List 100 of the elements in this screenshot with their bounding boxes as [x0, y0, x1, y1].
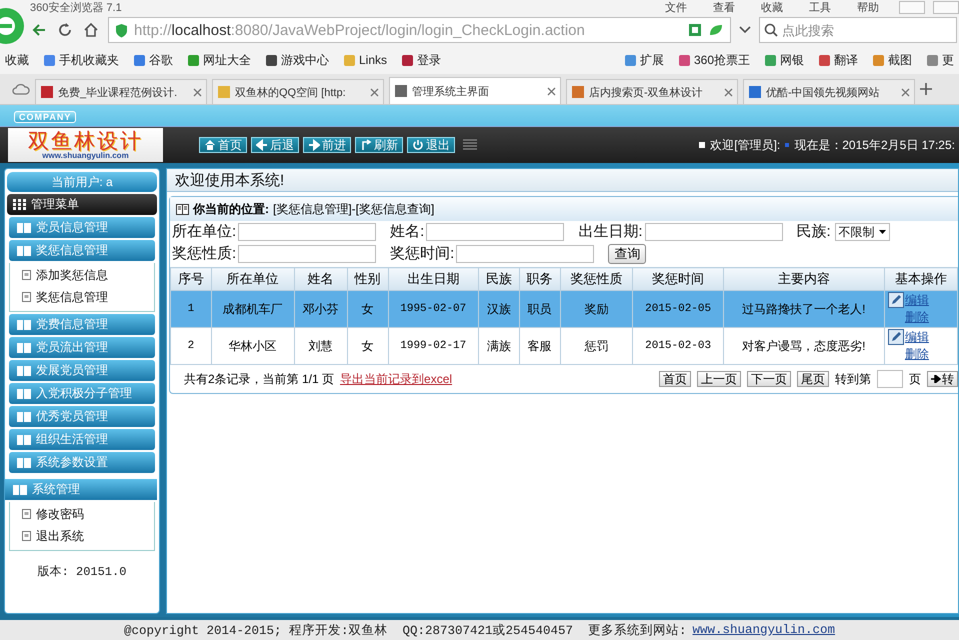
- input-field[interactable]: [238, 245, 376, 264]
- bookmark-item[interactable]: 手机收藏夹: [38, 52, 124, 68]
- bookmark-icon: [133, 54, 146, 66]
- edit-icon[interactable]: [888, 292, 904, 308]
- close-icon[interactable]: [901, 88, 910, 96]
- website-link[interactable]: www.shuangyulin.com: [692, 623, 836, 637]
- toolbar-item[interactable]: 扩展: [618, 52, 669, 68]
- table-cell: 汉族: [478, 290, 520, 328]
- book-icon: [17, 320, 31, 330]
- table-cell: 2: [170, 328, 212, 364]
- toolbar-item[interactable]: 360抢票王: [672, 52, 755, 68]
- pager-button[interactable]: 上一页: [697, 371, 741, 387]
- record-summary: 共有2条记录，当前第 1/1 页: [184, 370, 334, 388]
- menu-icon[interactable]: [463, 139, 477, 151]
- menu-item[interactable]: 退出系统: [10, 526, 154, 546]
- menu-item[interactable]: 收藏: [761, 0, 783, 14]
- column-header: 奖惩时间: [632, 268, 724, 290]
- table-row[interactable]: 1 成都机车厂 邓小芬 女 1995-02-07 汉族 职员 奖励 2015-02-05 过马路搀扶了一个老人! 编辑 删除: [170, 290, 958, 328]
- close-icon[interactable]: [193, 88, 202, 96]
- query-button[interactable]: 查询: [608, 244, 646, 264]
- arrow-left-icon: [256, 139, 268, 151]
- toolbar-icon: [872, 54, 885, 66]
- close-icon[interactable]: [370, 88, 379, 96]
- home-icon[interactable]: [82, 21, 100, 39]
- version-text: 版本: 20151.0: [36, 564, 128, 580]
- leaf-icon[interactable]: [708, 23, 724, 37]
- browser-tab[interactable]: 优酷-中国领先视频网站: [743, 79, 915, 104]
- book-icon: [17, 246, 31, 256]
- browser-tab[interactable]: 免费_毕业课程范例设计.: [35, 79, 207, 104]
- close-icon[interactable]: [547, 86, 556, 96]
- toolbar-icon: [764, 54, 777, 66]
- browser-tab[interactable]: 店内搜索页-双鱼林设计: [566, 79, 738, 104]
- caret-icon[interactable]: [739, 26, 751, 34]
- menu-item[interactable]: 奖惩信息管理: [10, 287, 154, 307]
- refresh-icon: [360, 139, 372, 151]
- toolbar-item[interactable]: 更: [921, 52, 959, 68]
- menu-item[interactable]: 查看: [713, 0, 735, 14]
- cloud-icon[interactable]: [12, 82, 30, 96]
- location-path: [奖惩信息管理]-[奖惩信息查询]: [273, 200, 434, 218]
- page-input[interactable]: [877, 370, 903, 388]
- bookmark-item[interactable]: 游戏中心: [260, 52, 334, 68]
- bookmark-item[interactable]: 网址大全: [182, 52, 256, 68]
- url-text: http://localhost:8080/JavaWebProject/login/login_CheckLogin.action: [134, 22, 585, 38]
- close-icon[interactable]: [724, 88, 733, 96]
- toolbar-item[interactable]: 翻译: [813, 52, 863, 68]
- toolbar-item[interactable]: 截图: [867, 52, 917, 68]
- input-field[interactable]: [238, 223, 376, 242]
- address-bar[interactable]: http://localhost:8080/JavaWebProject/login/login_CheckLogin.action: [108, 17, 731, 43]
- menu-item[interactable]: 添加奖惩信息: [10, 265, 154, 285]
- table-cell: 女: [347, 290, 388, 328]
- bookmark-icon: [401, 54, 414, 66]
- edit-icon[interactable]: [888, 329, 904, 345]
- menu-item[interactable]: 帮助: [857, 0, 879, 14]
- nav-button[interactable]: 前进: [303, 137, 351, 153]
- input-field[interactable]: [426, 223, 564, 242]
- table-cell: 刘慧: [294, 328, 348, 364]
- column-header: 姓名: [294, 268, 348, 290]
- pager-button[interactable]: 首页: [659, 371, 691, 387]
- browser-tab[interactable]: 管理系统主界面: [389, 77, 561, 104]
- grid-icon[interactable]: [688, 23, 702, 37]
- menu-item[interactable]: 修改密码: [10, 504, 154, 524]
- table-cell: 2015-02-05: [632, 290, 724, 328]
- nav-button[interactable]: 后退: [251, 137, 299, 153]
- input-field[interactable]: [644, 223, 783, 242]
- field-label: 姓名:: [390, 223, 424, 240]
- nav-button[interactable]: 刷新: [355, 137, 403, 153]
- bookmark-item[interactable]: 谷歌: [128, 52, 178, 68]
- menu-item[interactable]: 文件: [665, 0, 687, 14]
- page-icon: [22, 270, 31, 280]
- action-link[interactable]: 编辑: [904, 329, 929, 346]
- logo-url: www.shuangyulin.com: [42, 152, 129, 160]
- copyright-text: @copyright 2014-2015; 程序开发:双鱼林 QQ:287307421或254540457 更多系统到网站:: [124, 622, 687, 638]
- table-cell: 过马路搀扶了一个老人!: [723, 290, 884, 328]
- page-icon: [22, 509, 31, 519]
- bookmark-item[interactable]: Links: [338, 53, 392, 67]
- search-field[interactable]: 点此搜索: [759, 17, 957, 43]
- pager-button[interactable]: 下一页: [747, 371, 791, 387]
- bookmark-icon: [43, 54, 56, 66]
- action-link[interactable]: 删除: [904, 346, 929, 363]
- favicon-icon: [394, 84, 408, 98]
- nav-button[interactable]: 首页: [199, 137, 247, 153]
- refresh-icon[interactable]: [56, 21, 74, 39]
- toolbar-item[interactable]: 网银: [759, 52, 809, 68]
- page-unit: 页: [909, 370, 921, 388]
- column-header: 主要内容: [723, 268, 884, 290]
- go-button[interactable]: 转: [927, 371, 958, 387]
- new-tab-icon[interactable]: [920, 83, 932, 95]
- input-field[interactable]: [456, 245, 594, 264]
- bookmark-item[interactable]: 登录: [396, 52, 446, 68]
- welcome-text: 欢迎[管理员]:: [710, 136, 780, 154]
- menu-item[interactable]: 工具: [809, 0, 831, 14]
- ethnicity-select[interactable]: 不限制: [834, 223, 890, 242]
- table-row[interactable]: 2 华林小区 刘慧 女 1999-02-17 满族 客服 惩罚 2015-02-03 对客户谩骂，态度恶劣! 编辑 删除: [170, 328, 958, 364]
- field-label: 奖惩时间:: [390, 245, 454, 262]
- bookmark-item[interactable]: 收藏: [0, 52, 34, 68]
- toolbar-icon: [678, 54, 691, 66]
- nav-button[interactable]: 退出: [407, 137, 455, 153]
- export-link[interactable]: 导出当前记录到excel: [340, 370, 452, 388]
- browser-tab[interactable]: 双鱼林的QQ空间 [http:: [212, 79, 384, 104]
- pager-button[interactable]: 尾页: [797, 371, 829, 387]
